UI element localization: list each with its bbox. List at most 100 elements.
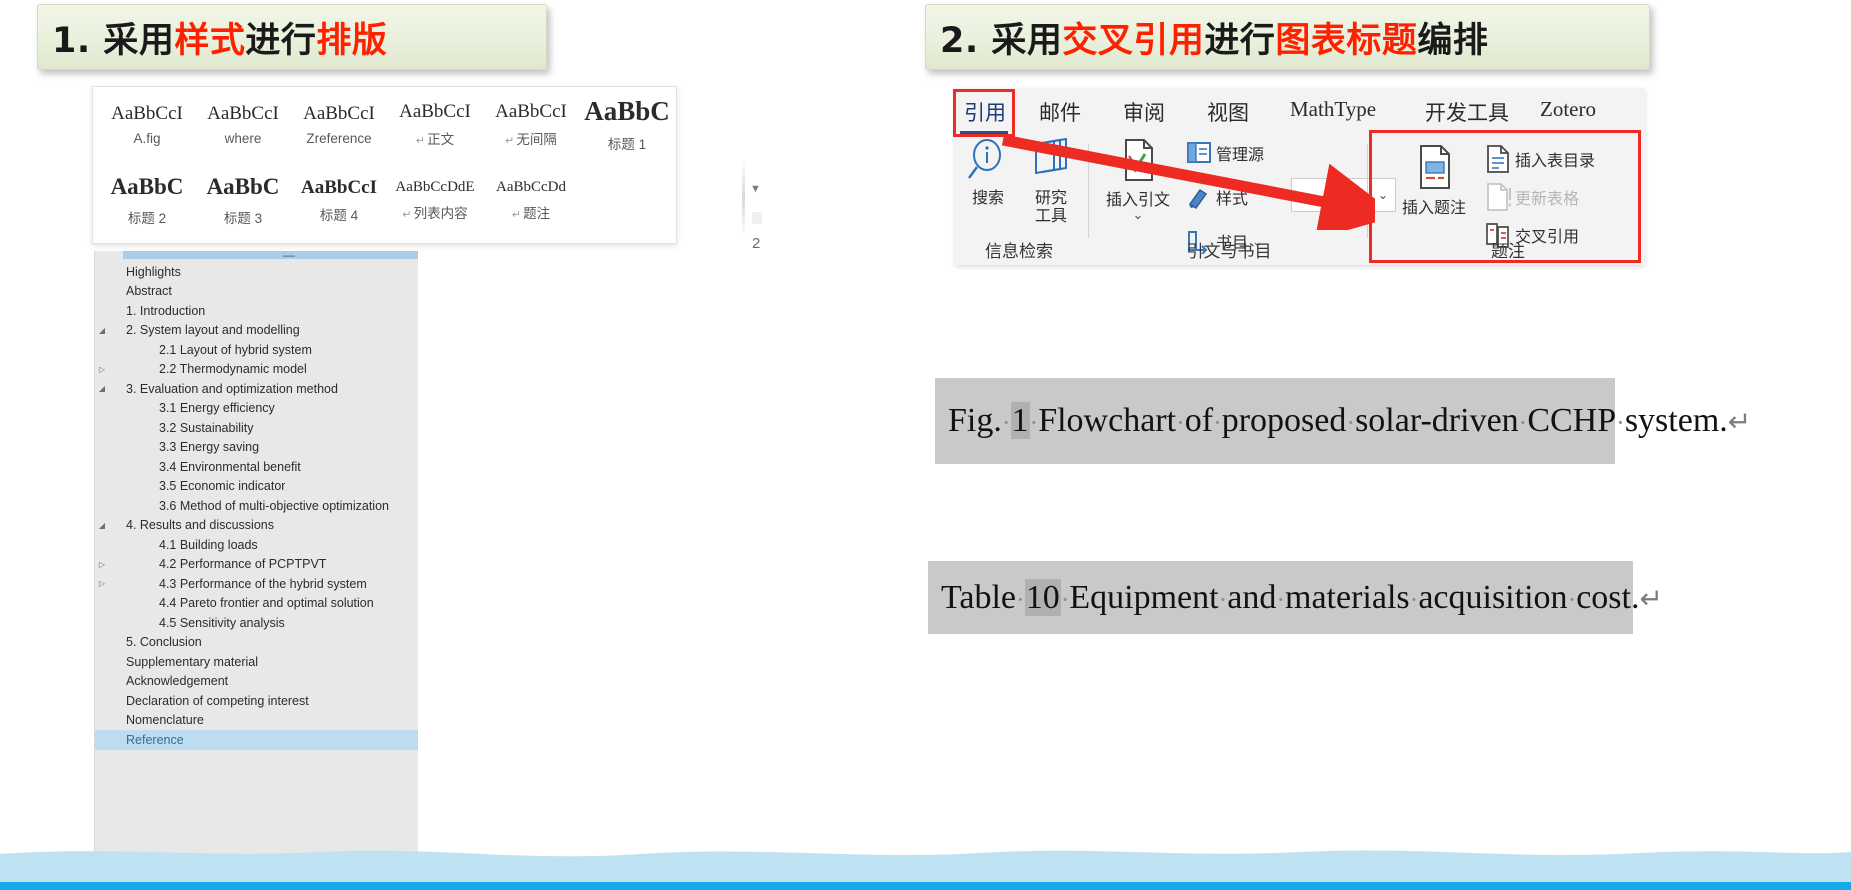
nav-item[interactable]: ▷ 2.2 Thermodynamic model (95, 360, 418, 380)
nav-item[interactable]: ◢ 4. Results and discussions (95, 516, 418, 536)
nav-indent-spacer: · (95, 677, 109, 686)
style-gallery-item[interactable]: AaBbCcI Zreference (291, 87, 387, 163)
section-number: 2. (940, 20, 992, 61)
minimize-icon[interactable]: — (283, 251, 295, 261)
pilcrow-icon: ↵ (505, 135, 515, 148)
collapse-triangle-icon[interactable]: ◢ (95, 521, 109, 530)
word-styles-gallery[interactable]: AaBbCcI A.fig AaBbCcI where AaBbCcI Zreferenc… (92, 86, 677, 244)
nav-item-label: 2.1 Layout of hybrid system (159, 342, 312, 357)
nav-item[interactable]: · Supplementary material (95, 652, 418, 672)
nav-item[interactable]: · 4.4 Pareto frontier and optimal solutio… (95, 594, 418, 614)
nav-item[interactable]: · Reference (95, 730, 418, 750)
nav-item-label: 3.3 Energy saving (159, 440, 260, 455)
style-gallery-item[interactable]: AaBbC 标题 2 (99, 163, 195, 239)
style-name-label: ↵ 列表内容 (402, 206, 468, 222)
paragraph-mark-icon: ↵ (1727, 407, 1752, 438)
caption-prefix: Table (941, 578, 1017, 616)
caption-word: acquisition (1418, 578, 1568, 616)
nav-indent-spacer: · (95, 462, 109, 471)
style-gallery-item[interactable]: AaBbCcI A.fig (99, 87, 195, 163)
nav-item[interactable]: ◢ 2. System layout and modelling (95, 321, 418, 341)
nav-item[interactable]: · 3.3 Energy saving (95, 438, 418, 458)
collapse-triangle-icon[interactable]: ◢ (95, 384, 109, 393)
space-mark-icon: · (1567, 584, 1577, 614)
caption-number-field[interactable]: 1 (1010, 402, 1030, 439)
nav-item[interactable]: · 3.2 Sustainability (95, 418, 418, 438)
nav-item-label: 3.5 Economic indicator (159, 479, 286, 494)
styles-gallery-row-2: AaBbC 标题 2 AaBbC 标题 3 AaBbCcI 标题 4 AaBbCcDdE ↵ 列… (93, 163, 676, 239)
nav-item[interactable]: · 2.1 Layout of hybrid system (95, 340, 418, 360)
nav-item[interactable]: · 3.4 Environmental benefit (95, 457, 418, 477)
nav-item[interactable]: · 4.5 Sensitivity analysis (95, 613, 418, 633)
style-preview-text: AaBbCcDd (496, 178, 566, 195)
figure-caption-text: Fig.·1·Flowchart·of·proposed·solar-drive… (935, 402, 1751, 440)
nav-indent-spacer: · (95, 267, 109, 276)
document-navigation-pane[interactable]: — · Highlights · Abstract · 1. Introduction ◢ 2… (94, 251, 418, 890)
nav-item[interactable]: · 4.1 Building loads (95, 535, 418, 555)
tab-developer[interactable]: 开发工具 (1425, 97, 1509, 127)
tab-mathtype[interactable]: MathType (1290, 97, 1376, 122)
space-mark-icon: · (1001, 408, 1011, 437)
nav-item[interactable]: · Abstract (95, 282, 418, 302)
style-gallery-item[interactable]: AaBbCcI 标题 4 (291, 163, 387, 239)
section-text-run-3: 排版 (316, 20, 388, 61)
section-text-run-0: 采用 (991, 20, 1063, 61)
pilcrow-icon: ↵ (415, 135, 426, 148)
nav-item-label: 2. System layout and modelling (126, 323, 300, 338)
nav-indent-spacer: · (95, 638, 109, 647)
nav-item-label: 4.3 Performance of the hybrid system (159, 576, 367, 591)
nav-item[interactable]: · Nomenclature (95, 711, 418, 731)
gallery-edge-number: 2 (752, 235, 761, 252)
section-text-run-2: 进行 (245, 20, 317, 61)
style-preview-text: AaBbCcI (495, 100, 567, 122)
style-name-label: ↵ 无间隔 (505, 132, 557, 148)
nav-item[interactable]: · 3.6 Method of multi-objective optimizat… (95, 496, 418, 516)
nav-pane-top-highlight (123, 251, 418, 259)
nav-indent-spacer: · (95, 599, 109, 608)
nav-item[interactable]: ▷ 4.3 Performance of the hybrid system (95, 574, 418, 594)
nav-item[interactable]: · 3.5 Economic indicator (95, 477, 418, 497)
style-gallery-item[interactable]: AaBbCcI where (195, 87, 291, 163)
tab-zotero[interactable]: Zotero (1540, 97, 1596, 122)
captions-group-highlight-box (1369, 130, 1641, 263)
nav-item-label: 5. Conclusion (126, 635, 202, 650)
bottom-accent-strip (0, 882, 1851, 890)
nav-item-label: Reference (126, 732, 184, 747)
section-number: 1. (52, 20, 104, 61)
style-gallery-item[interactable]: AaBbCcI ↵ 正文 (387, 87, 483, 163)
style-gallery-item[interactable]: AaBbCcDd ↵ 题注 (483, 163, 579, 239)
nav-item-label: 3.2 Sustainability (159, 420, 254, 435)
nav-item[interactable]: · Declaration of competing interest (95, 691, 418, 711)
style-gallery-item[interactable]: AaBbCcI ↵ 无间隔 (483, 87, 579, 163)
ribbon-group-citations-label: 引文与书目 (1186, 242, 1272, 262)
nav-indent-spacer: · (95, 423, 109, 432)
expand-triangle-icon[interactable]: ▷ (95, 579, 109, 588)
collapse-triangle-icon[interactable]: ◢ (95, 326, 109, 335)
section-banner-2-text: 2. 采用交叉引用进行图表标题编排 (940, 12, 1488, 63)
nav-item[interactable]: ◢ 3. Evaluation and optimization method (95, 379, 418, 399)
nav-item-label: 3.6 Method of multi-objective optimizati… (159, 498, 389, 513)
nav-item[interactable]: ▷ 4.2 Performance of PCPTPVT (95, 555, 418, 575)
style-preview-text: AaBbCcDdE (395, 178, 475, 195)
nav-item[interactable]: · 1. Introduction (95, 301, 418, 321)
nav-item-label: Declaration of competing interest (126, 693, 309, 708)
nav-item[interactable]: · Acknowledgement (95, 672, 418, 692)
nav-indent-spacer: · (95, 306, 109, 315)
nav-item[interactable]: · Highlights (95, 262, 418, 282)
nav-item[interactable]: · 5. Conclusion (95, 633, 418, 653)
nav-heading-list: · Highlights · Abstract · 1. Introduction ◢ 2. … (95, 262, 418, 750)
caption-word: Equipment (1069, 578, 1219, 616)
style-gallery-item[interactable]: AaBbC 标题 3 (195, 163, 291, 239)
style-gallery-item[interactable]: AaBbC 标题 1 (579, 87, 675, 163)
nav-indent-spacer: · (95, 404, 109, 413)
style-gallery-item[interactable]: AaBbCcDdE ↵ 列表内容 (387, 163, 483, 239)
caption-prefix: Fig. (948, 402, 1002, 439)
section-text-run-1: 样式 (174, 20, 246, 61)
expand-triangle-icon[interactable]: ▷ (95, 365, 109, 374)
section-banner-1-text: 1. 采用样式进行排版 (52, 12, 387, 63)
paragraph-mark-icon: ↵ (1639, 583, 1663, 615)
nav-item[interactable]: · 3.1 Energy efficiency (95, 399, 418, 419)
expand-triangle-icon[interactable]: ▷ (95, 560, 109, 569)
caption-number-field[interactable]: 10 (1024, 578, 1061, 616)
nav-item-label: 3. Evaluation and optimization method (126, 381, 338, 396)
